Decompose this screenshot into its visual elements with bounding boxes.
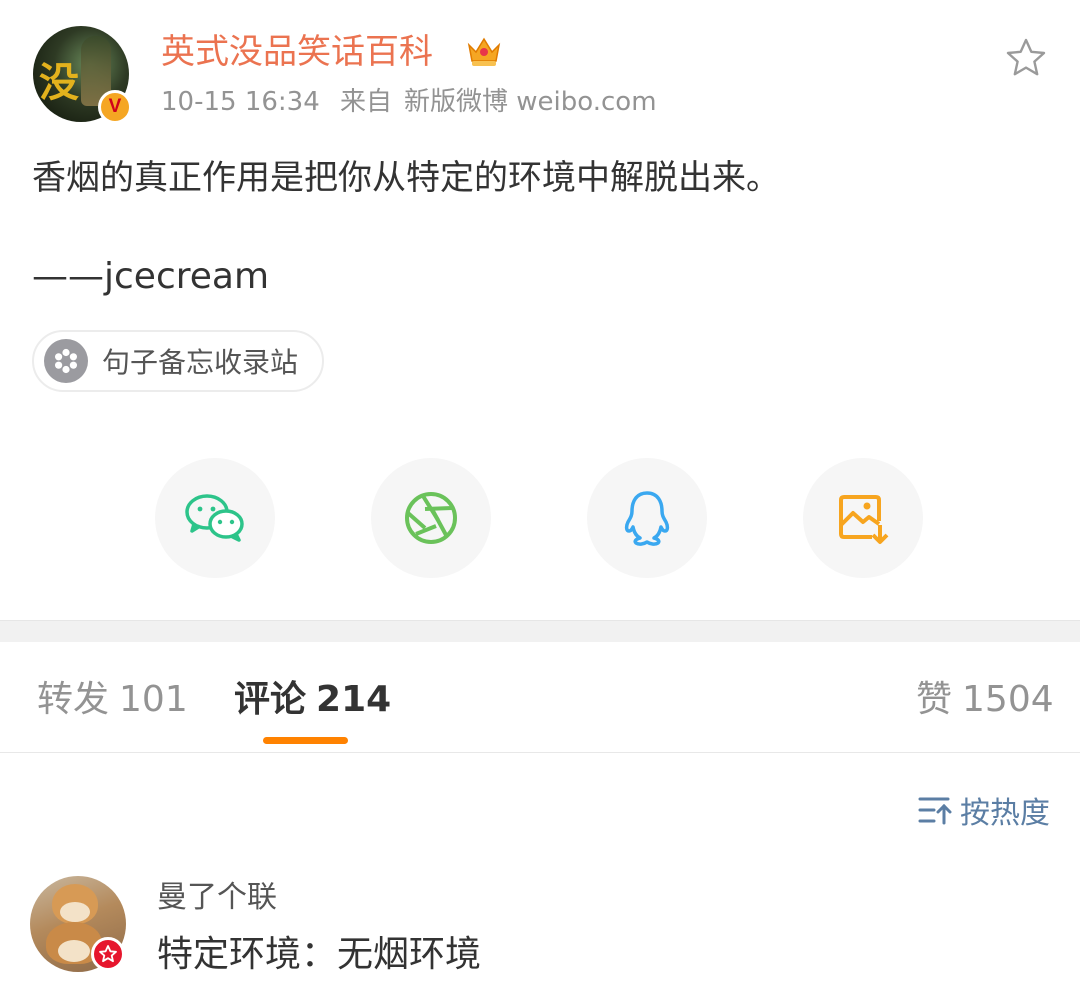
sort-button[interactable]: 按热度	[918, 788, 1050, 832]
tab-likes[interactable]: 赞 1504	[916, 678, 1054, 722]
avatar-dog-top	[52, 884, 98, 924]
post-source: 新版微博 weibo.com	[404, 87, 657, 117]
wechat-icon	[185, 494, 244, 542]
section-divider	[0, 620, 1080, 642]
post-source-prefix: 来自	[340, 87, 393, 117]
post-timestamp: 10-15 16:34	[161, 87, 320, 117]
crown-icon	[467, 37, 501, 66]
qq-penguin-icon	[624, 491, 670, 546]
topic-pill[interactable]: 句子备忘收录站	[32, 330, 325, 392]
sort-icon	[918, 797, 952, 825]
post-meta: 10-15 16:34 来自 新版微博 weibo.com	[161, 84, 669, 120]
star-badge-icon	[91, 937, 125, 971]
flower-icon	[44, 339, 88, 383]
tab-active-indicator	[263, 737, 348, 744]
tab-repost-label: 转发	[37, 679, 110, 720]
avatar-art-text: 没	[39, 60, 79, 106]
share-wechat-button[interactable]	[155, 458, 275, 578]
tab-comments-label: 评论	[234, 679, 307, 720]
sort-label: 按热度	[960, 796, 1050, 831]
share-moments-button[interactable]	[371, 458, 491, 578]
post-signature: ——jcecream	[32, 256, 270, 297]
verified-badge: V	[98, 90, 132, 124]
tab-comments[interactable]: 评论 214	[234, 678, 391, 722]
comment-username[interactable]: 曼了个联	[157, 878, 277, 918]
tab-comments-count: 214	[316, 679, 392, 720]
post-text: 香烟的真正作用是把你从特定的环境中解脱出来。	[32, 158, 780, 198]
author-name[interactable]: 英式没品笑话百科	[161, 30, 433, 74]
share-qq-button[interactable]	[587, 458, 707, 578]
save-image-icon	[839, 495, 889, 544]
star-outline-icon[interactable]	[1004, 36, 1048, 80]
topic-label: 句子备忘收录站	[102, 346, 299, 379]
tab-repost-count: 101	[119, 679, 188, 720]
tab-repost[interactable]: 转发 101	[37, 678, 188, 722]
moments-aperture-icon	[405, 492, 457, 544]
tab-likes-label: 赞	[916, 679, 953, 720]
tabs-divider	[0, 752, 1080, 753]
save-image-button[interactable]	[803, 458, 923, 578]
comment-text: 特定环境：无烟环境	[157, 934, 482, 975]
tab-likes-count: 1504	[962, 679, 1054, 720]
